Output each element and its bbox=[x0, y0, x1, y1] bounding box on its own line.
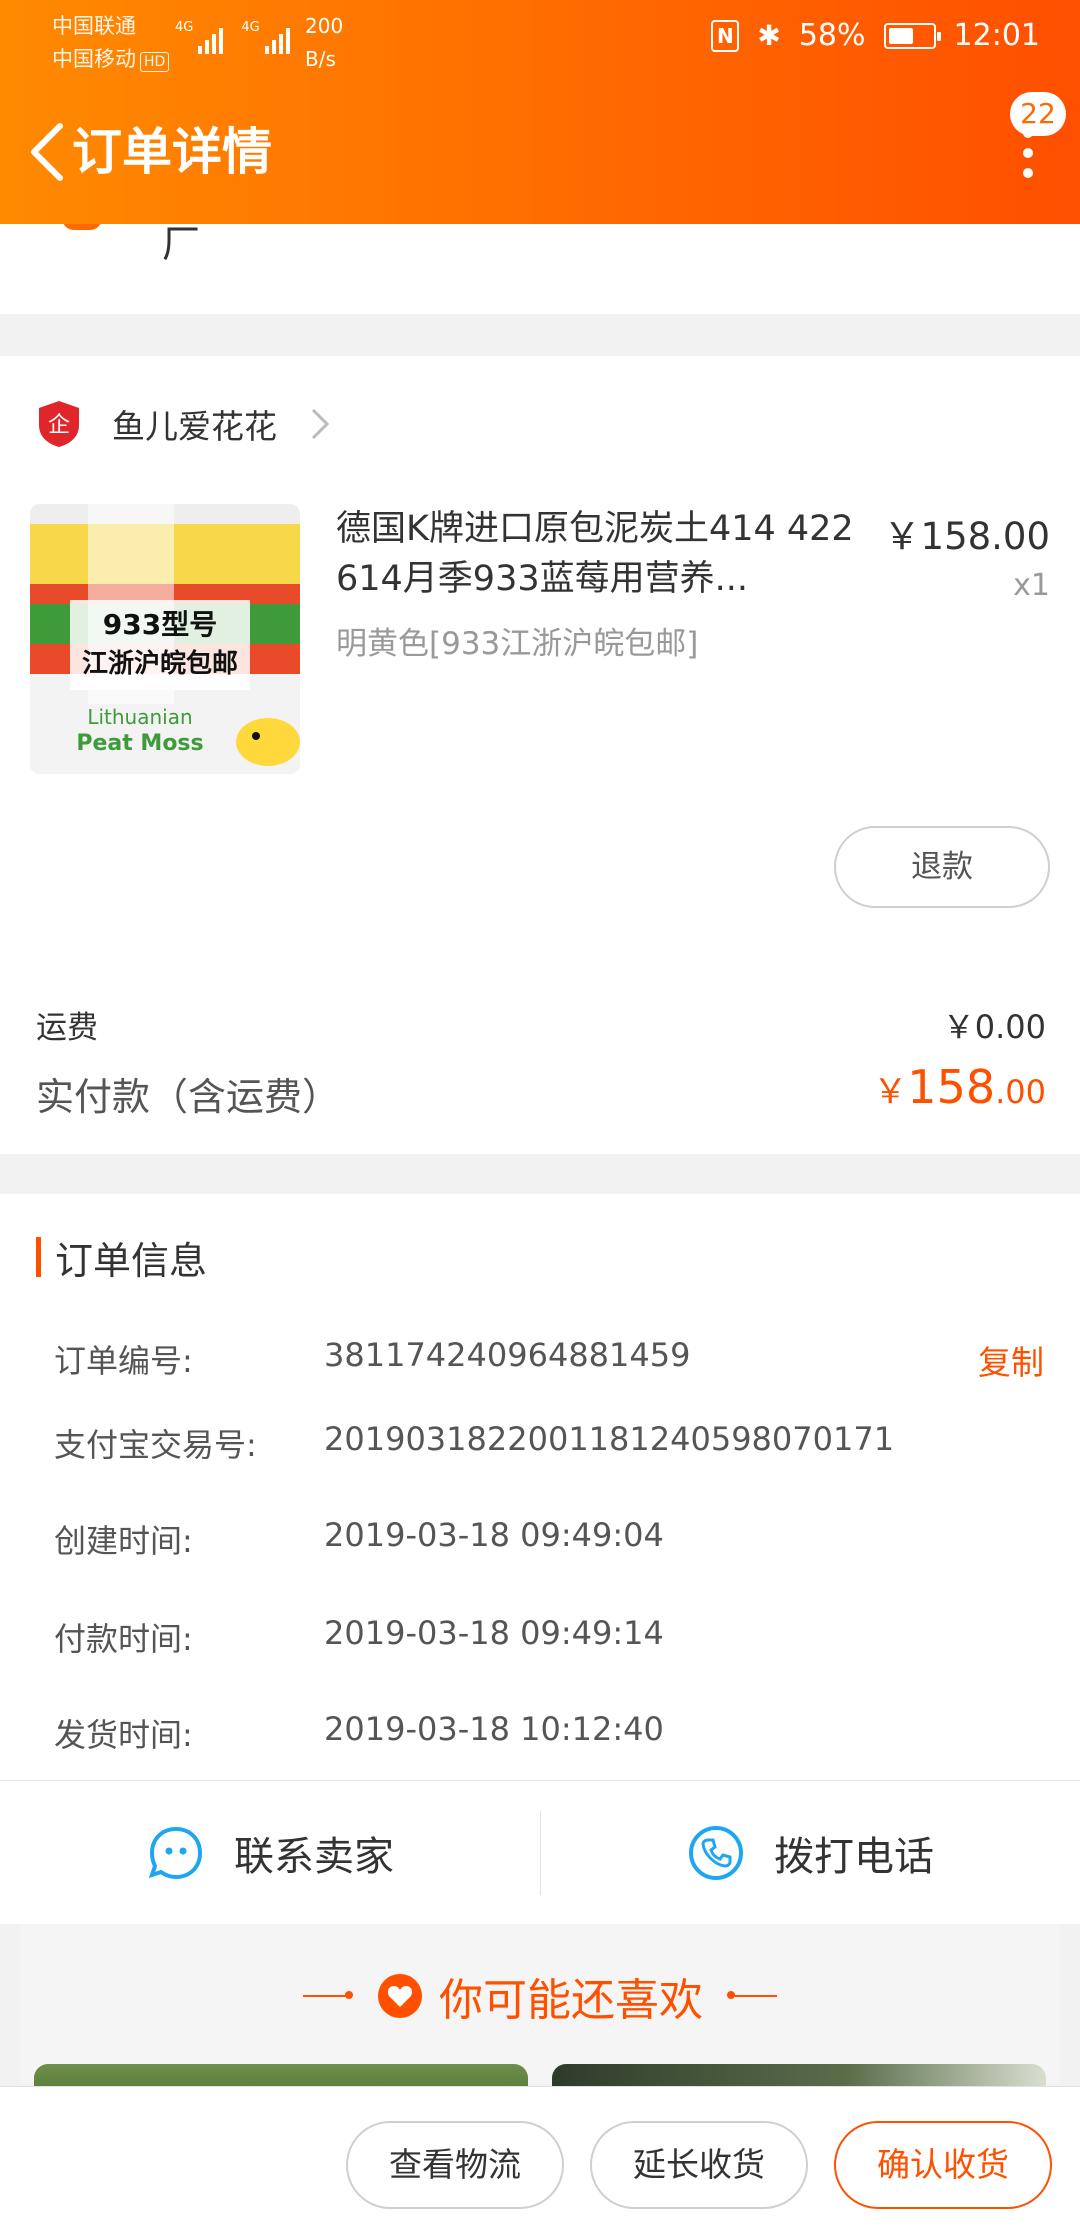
product-title[interactable]: 德国K牌进口原包泥炭土414 422 614月季933蓝莓用营养... bbox=[336, 504, 856, 604]
order-info-heading: 订单信息 bbox=[36, 1234, 207, 1283]
call-phone-button[interactable]: 拨打电话 bbox=[540, 1781, 1080, 1925]
order-item-card: 企 鱼儿爱花花 933型号 江浙沪皖包邮 Lithuanian Peat Mos… bbox=[0, 356, 1080, 1154]
product-quantity: x1 bbox=[1013, 568, 1050, 603]
svg-text:Peat Moss: Peat Moss bbox=[76, 731, 203, 756]
product-photo-illustration: 933型号 江浙沪皖包邮 Lithuanian Peat Moss bbox=[30, 504, 300, 774]
order-number-value: 381174240964881459 bbox=[324, 1336, 691, 1374]
shipped-time-row: 发货时间: 2019-03-18 10:12:40 bbox=[54, 1710, 1044, 1770]
svg-text:江浙沪皖包邮: 江浙沪皖包邮 bbox=[82, 648, 238, 679]
bottom-action-bar: 查看物流 延长收货 确认收货 bbox=[0, 2086, 1080, 2240]
shop-row[interactable]: 企 鱼儿爱花花 bbox=[36, 394, 331, 454]
shipped-time-value: 2019-03-18 10:12:40 bbox=[324, 1710, 664, 1748]
recommend-heading: 你可能还喜欢 bbox=[0, 1964, 1080, 2028]
top-header: 中国联通 中国移动 HD 4G 4G 200 B/s N ✱ 58% 12:01 … bbox=[0, 0, 1080, 224]
created-time-row: 创建时间: 2019-03-18 09:49:04 bbox=[54, 1516, 1044, 1576]
svg-text:933型号: 933型号 bbox=[103, 608, 217, 641]
svg-text:企: 企 bbox=[48, 413, 70, 438]
alipay-trade-label: 支付宝交易号: bbox=[54, 1426, 257, 1464]
contact-seller-label: 联系卖家 bbox=[234, 1834, 394, 1880]
call-phone-label: 拨打电话 bbox=[774, 1834, 934, 1880]
address-text-partial: 厂 bbox=[162, 222, 201, 266]
clock: 12:01 bbox=[953, 18, 1040, 53]
message-badge: 22 bbox=[1010, 92, 1066, 136]
carrier-1: 中国联通 bbox=[52, 14, 136, 38]
battery-percent: 58% bbox=[798, 18, 866, 53]
product-price: ￥158.00 bbox=[883, 515, 1050, 558]
heading-accent-bar bbox=[36, 1237, 41, 1277]
created-time-label: 创建时间: bbox=[54, 1522, 193, 1560]
status-bar: 中国联通 中国移动 HD 4G 4G 200 B/s N ✱ 58% 12:01 bbox=[0, 0, 1080, 78]
nfc-icon: N bbox=[711, 19, 740, 52]
copy-button[interactable]: 复制 bbox=[978, 1336, 1044, 1384]
heading-line-left bbox=[303, 1991, 353, 1999]
paid-time-label: 付款时间: bbox=[54, 1620, 193, 1658]
status-right: N ✱ 58% 12:01 bbox=[711, 18, 1040, 53]
contact-seller-button[interactable]: 联系卖家 bbox=[0, 1781, 540, 1925]
order-number-label: 订单编号: bbox=[54, 1342, 193, 1380]
nav-bar: 订单详情 22 bbox=[0, 78, 1080, 224]
refund-button[interactable]: 退款 bbox=[834, 826, 1050, 908]
address-card-partial: 厂 bbox=[0, 218, 1080, 314]
total-paid-label: 实付款（含运费） bbox=[36, 1075, 341, 1119]
freight-value: ￥0.00 bbox=[942, 1008, 1046, 1046]
view-logistics-button[interactable]: 查看物流 bbox=[346, 2121, 564, 2209]
chat-face-icon bbox=[148, 1826, 203, 1880]
page-title: 订单详情 bbox=[72, 123, 272, 181]
created-time-value: 2019-03-18 09:49:04 bbox=[324, 1516, 664, 1554]
shop-name: 鱼儿爱花花 bbox=[112, 407, 277, 446]
product-image[interactable]: 933型号 江浙沪皖包邮 Lithuanian Peat Moss bbox=[30, 504, 300, 774]
heading-line-right bbox=[727, 1991, 777, 1999]
carrier-info: 中国联通 中国移动 HD bbox=[52, 10, 170, 76]
order-info-card: 订单信息 订单编号: 381174240964881459 复制 支付宝交易号:… bbox=[0, 1194, 1080, 1780]
svg-text:Lithuanian: Lithuanian bbox=[87, 705, 192, 729]
battery-icon bbox=[883, 22, 941, 49]
order-number-row: 订单编号: 381174240964881459 复制 bbox=[54, 1336, 1044, 1396]
paid-time-row: 付款时间: 2019-03-18 09:49:14 bbox=[54, 1614, 1044, 1674]
order-info-title: 订单信息 bbox=[55, 1238, 208, 1283]
freight-label: 运费 bbox=[36, 1010, 98, 1046]
signal-indicators: 4G 4G bbox=[175, 20, 290, 54]
hd-badge: HD bbox=[140, 52, 170, 72]
extend-receipt-button[interactable]: 延长收货 bbox=[590, 2121, 808, 2209]
total-paid-value: ￥158.00 bbox=[873, 1060, 1046, 1114]
network-speed: 200 B/s bbox=[305, 14, 344, 71]
bluetooth-icon: ✱ bbox=[757, 19, 781, 52]
enterprise-shield-icon: 企 bbox=[39, 401, 79, 447]
alipay-trade-value: 2019031822001181240598070171 bbox=[324, 1420, 895, 1458]
heart-icon bbox=[378, 1974, 422, 2018]
alipay-trade-row: 支付宝交易号: 2019031822001181240598070171 bbox=[54, 1420, 1044, 1480]
recommend-title: 你可能还喜欢 bbox=[439, 1975, 703, 2026]
shipped-time-label: 发货时间: bbox=[54, 1716, 193, 1754]
more-menu-icon[interactable] bbox=[1016, 128, 1040, 188]
contact-bar: 联系卖家 拨打电话 bbox=[0, 1780, 1080, 1924]
signal-2-icon: 4G bbox=[241, 20, 290, 54]
confirm-receipt-button[interactable]: 确认收货 bbox=[834, 2121, 1052, 2209]
paid-time-value: 2019-03-18 09:49:14 bbox=[324, 1614, 664, 1652]
product-sku: 明黄色[933江浙沪皖包邮] bbox=[336, 626, 699, 662]
phone-icon bbox=[689, 1826, 743, 1880]
signal-1-icon: 4G bbox=[175, 20, 224, 54]
chevron-right-icon bbox=[311, 408, 330, 440]
carrier-2: 中国移动 HD bbox=[52, 43, 170, 76]
